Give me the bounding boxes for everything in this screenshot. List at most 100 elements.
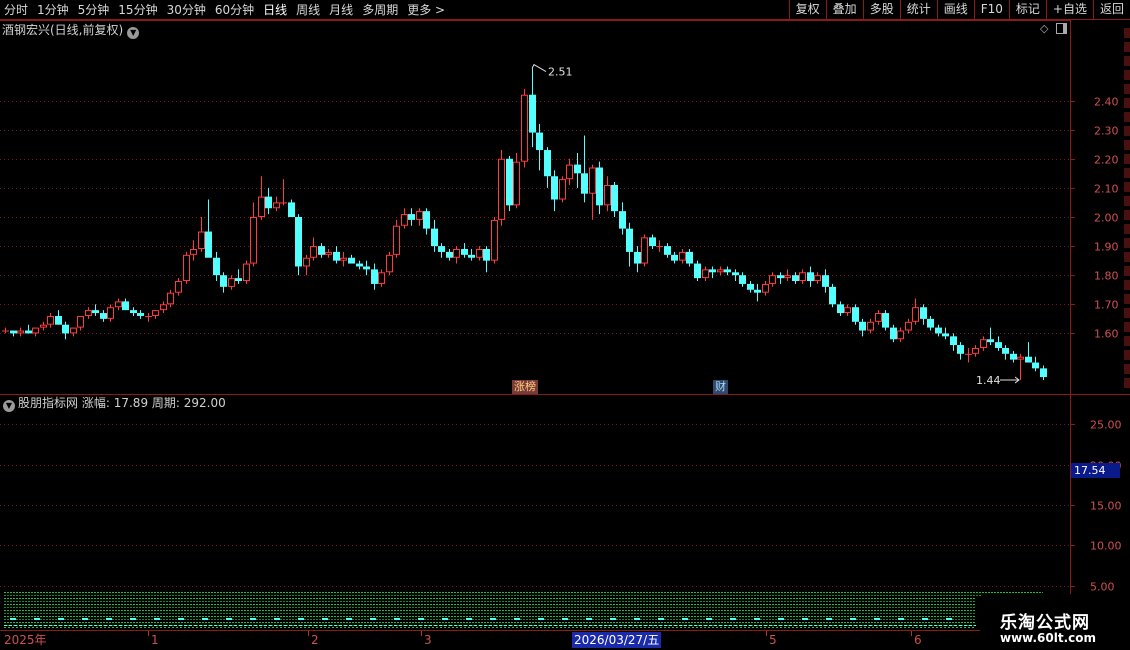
- candle: [265, 187, 272, 215]
- candle-body: [137, 313, 144, 316]
- candle: [2, 327, 9, 334]
- stock-title: 酒钢宏兴(日线,前复权): [2, 23, 124, 37]
- price-tick-label: 1.80: [1094, 270, 1119, 283]
- candle-body: [1017, 356, 1024, 360]
- candle-body: [559, 179, 566, 200]
- candle: [340, 251, 347, 267]
- diamond-icon[interactable]: ◇: [1040, 22, 1048, 36]
- candle: [356, 260, 363, 270]
- main-chart-title[interactable]: 酒钢宏兴(日线,前复权) ▼: [2, 22, 140, 39]
- low-price-label: 1.44: [976, 374, 1001, 387]
- indicator-band-mark: [610, 618, 616, 620]
- candle: [333, 246, 340, 264]
- candle-body: [717, 269, 724, 273]
- candle: [137, 310, 144, 319]
- candle: [807, 266, 814, 287]
- indicator-band-mark: [514, 618, 520, 620]
- candle: [724, 266, 731, 276]
- candle-body: [679, 251, 686, 261]
- candle: [814, 272, 821, 284]
- candle: [1032, 356, 1039, 372]
- candle: [348, 254, 355, 264]
- candle-body: [829, 286, 836, 305]
- candle: [762, 281, 769, 296]
- candle-body: [453, 249, 460, 258]
- candle-body: [100, 313, 107, 319]
- indicator-band-mark: [82, 618, 88, 620]
- candle-body: [920, 307, 927, 319]
- candle-body: [626, 228, 633, 252]
- candle-body: [47, 315, 54, 325]
- candle: [213, 251, 220, 282]
- candle-body: [288, 202, 295, 217]
- edge-glyph: [1124, 336, 1130, 346]
- candle: [506, 155, 513, 212]
- candle-body: [92, 310, 99, 314]
- candle-body: [468, 254, 475, 258]
- indicator-band: [4, 592, 1043, 628]
- candle: [686, 249, 693, 267]
- candle-body: [273, 202, 280, 209]
- candle: [62, 321, 69, 340]
- candle-body: [574, 164, 581, 174]
- candle: [70, 327, 77, 337]
- candle: [115, 298, 122, 311]
- indicator-band-mark: [274, 618, 280, 620]
- candle: [544, 147, 551, 188]
- indicator-band-mark: [898, 618, 904, 620]
- candle-body: [40, 324, 47, 328]
- candle: [995, 336, 1002, 351]
- indicator-band-mark: [418, 618, 424, 620]
- candle-body: [987, 339, 994, 343]
- chevron-down-icon[interactable]: ▼: [3, 400, 15, 412]
- candle: [551, 170, 558, 212]
- edge-glyph: [1124, 168, 1130, 178]
- panel-toggle-icon[interactable]: [1056, 23, 1068, 34]
- candle: [897, 327, 904, 343]
- candle-body: [513, 161, 520, 206]
- indicator-band-mark: [946, 618, 952, 620]
- limit-list-tag[interactable]: 涨榜: [512, 380, 538, 394]
- edge-glyph: [1124, 84, 1130, 94]
- candle: [468, 249, 475, 261]
- candle-body: [709, 269, 716, 273]
- candle-body: [536, 132, 543, 151]
- indicator-current-value: 17.54: [1071, 463, 1120, 478]
- candle-body: [506, 158, 513, 206]
- candle-body: [483, 249, 490, 261]
- candle-body: [551, 176, 558, 200]
- edge-glyph: [1124, 112, 1130, 122]
- candle-body: [10, 330, 17, 334]
- candle-body: [671, 254, 678, 261]
- candle: [273, 196, 280, 212]
- candle-body: [17, 330, 24, 334]
- candle-body: [265, 196, 272, 209]
- candle-body: [295, 216, 302, 267]
- candle-body: [498, 158, 505, 220]
- candle: [393, 219, 400, 258]
- candle-body: [70, 327, 77, 334]
- candle: [453, 246, 460, 264]
- candle: [890, 324, 897, 343]
- price-tick-label: 2.20: [1094, 154, 1119, 167]
- indicator-name[interactable]: 股朋指标网: [18, 396, 78, 410]
- indicator-band-mark: [154, 618, 160, 620]
- indicator-field1-value: 17.89: [113, 396, 149, 410]
- indicator-band-mark: [730, 618, 736, 620]
- candle: [717, 266, 724, 276]
- candle: [423, 208, 430, 235]
- candle-body: [160, 304, 167, 311]
- candle-body: [762, 283, 769, 293]
- candle: [671, 251, 678, 264]
- finance-tag[interactable]: 财: [713, 380, 728, 394]
- candle-body: [476, 249, 483, 258]
- candle-body: [62, 324, 69, 334]
- chevron-down-icon[interactable]: ▼: [127, 27, 140, 39]
- candle: [100, 310, 107, 322]
- candle-body: [340, 257, 347, 261]
- candle: [288, 199, 295, 217]
- edge-glyph: [1124, 238, 1130, 248]
- candle-body: [431, 228, 438, 247]
- watermark-title: 乐淘公式网: [1000, 613, 1090, 633]
- indicator-band-mark: [538, 618, 544, 620]
